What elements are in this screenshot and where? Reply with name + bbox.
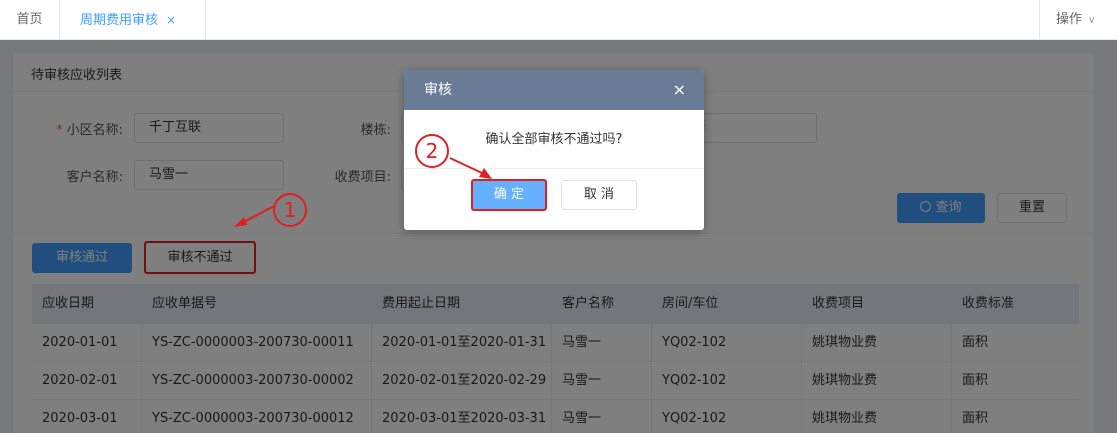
arrow-annotation-icon [449,157,492,179]
arrow-annotation-icon [234,205,275,227]
tab-label: 周期费用审核 [80,13,159,28]
annotation-step-2: 2 [415,134,449,168]
dialog-title: 审核 [424,82,452,98]
tab-period-fee-review[interactable]: 周期费用审核 × [60,0,206,40]
close-icon[interactable]: × [166,13,176,27]
operations-label: 操作 [1056,12,1083,27]
tab-home[interactable]: 首页 [0,0,60,40]
cancel-button[interactable]: 取 消 [561,180,637,210]
chevron-down-icon: ∨ [1088,15,1096,26]
dialog-header: 审核 × [404,70,704,110]
confirm-button[interactable]: 确 定 [471,179,547,211]
annotation-step-1: 1 [273,193,307,227]
operations-menu[interactable]: 操作 ∨ [1039,0,1117,40]
tab-bar: 首页 周期费用审核 × 操作 ∨ [0,0,1117,40]
review-dialog: 审核 × 确认全部审核不通过吗? 确 定 取 消 [404,70,704,230]
close-icon[interactable]: × [673,70,686,110]
